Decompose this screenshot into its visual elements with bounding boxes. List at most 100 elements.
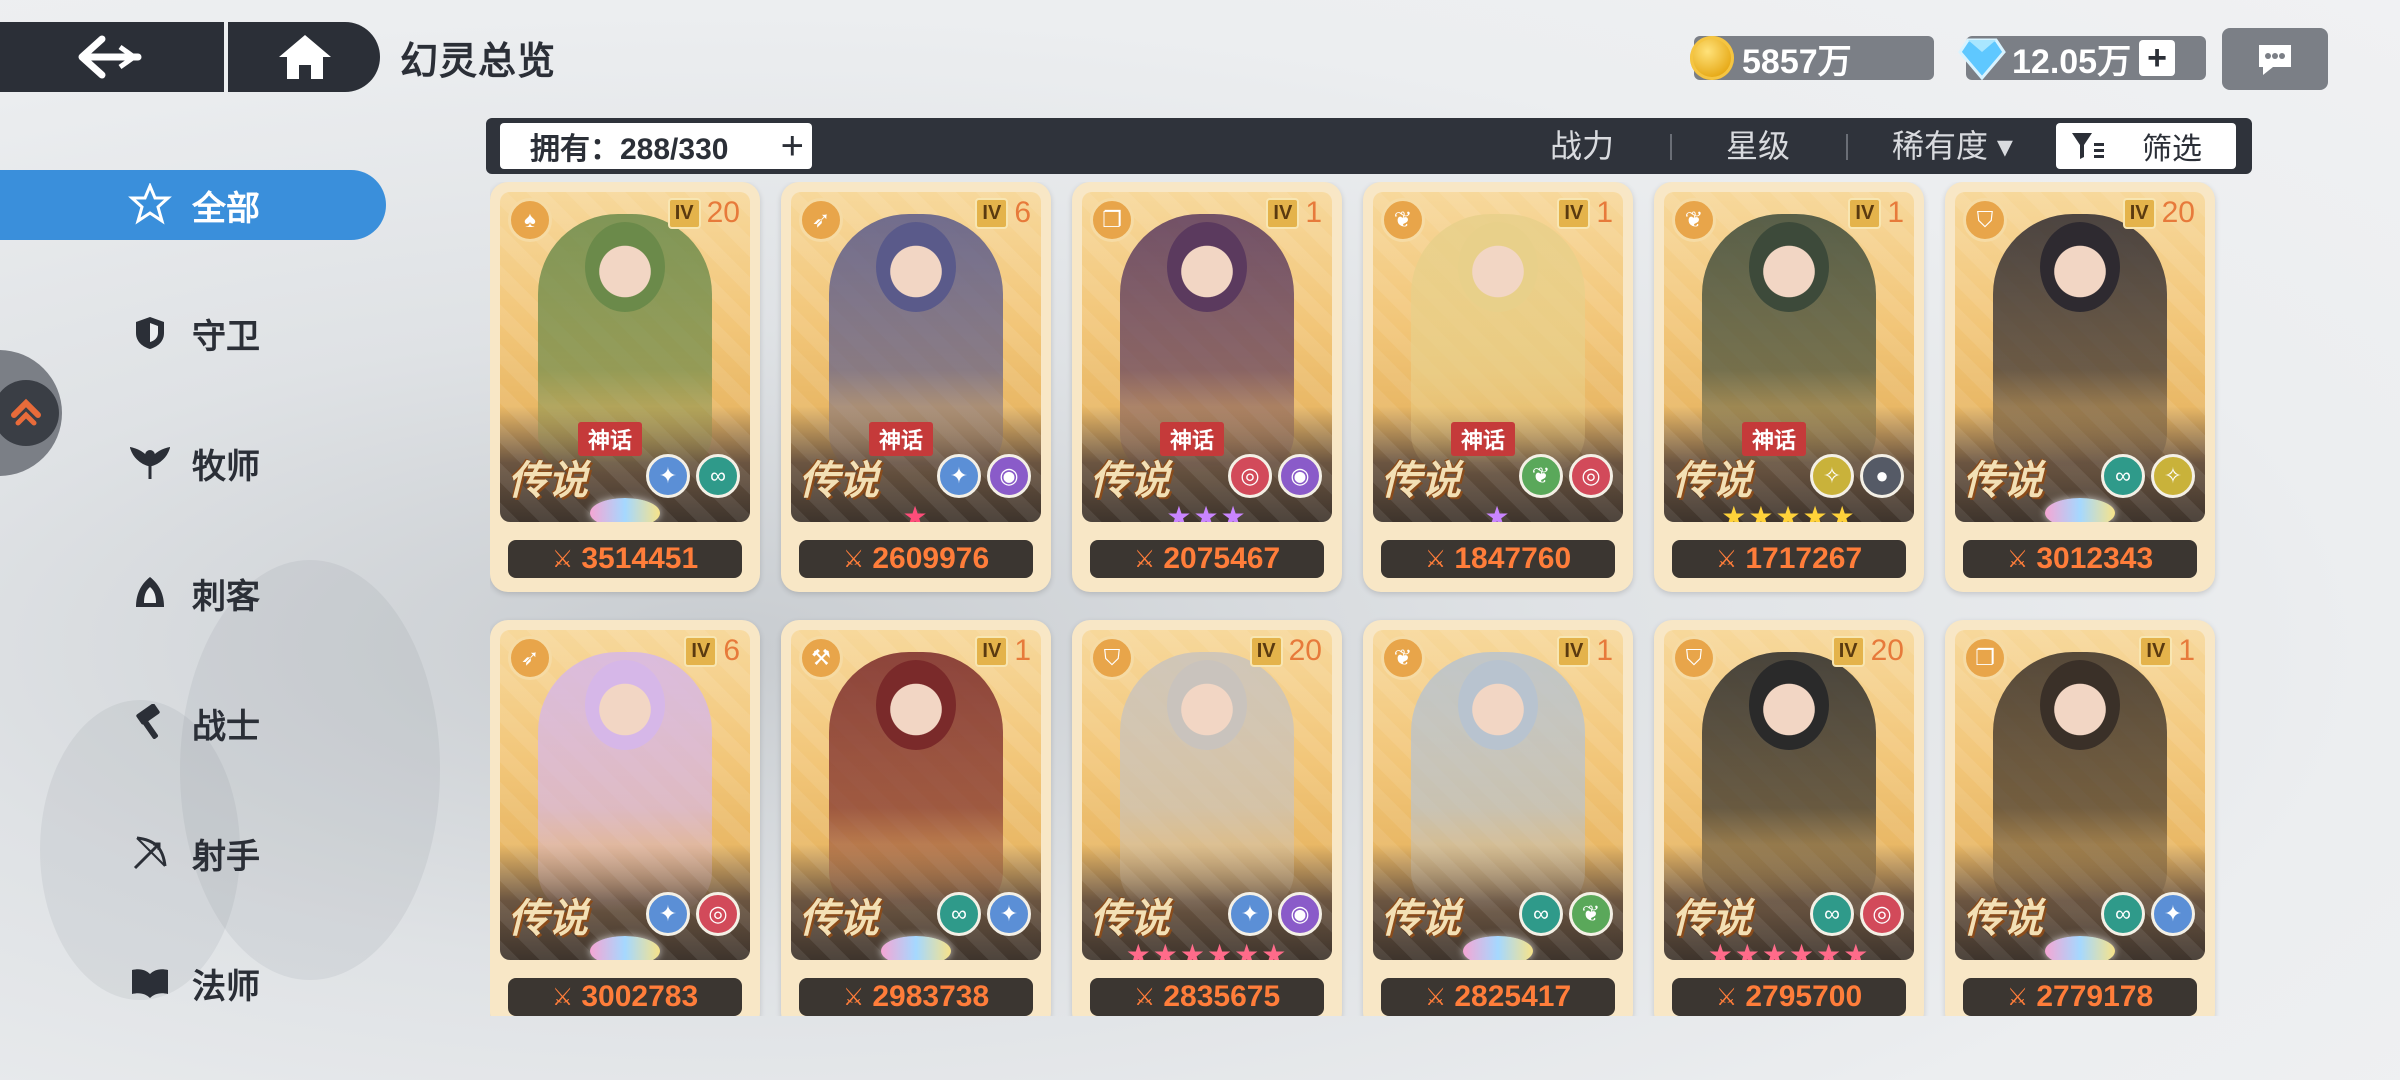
element-nature-icon: ❦ <box>1519 454 1563 498</box>
rarity-label: 传说 <box>1672 897 1752 941</box>
sidebar-item-1[interactable]: 守卫 <box>0 298 386 368</box>
rarity-label: 传说 <box>1963 459 2043 503</box>
class-mage-icon: ❐ <box>1963 636 2007 680</box>
hero-level: 6 <box>1014 196 1031 229</box>
hero-card[interactable]: ⛉ IV 20 传说 ✦ ◉ ★★★★★★ ⚔ 2835675 <box>1072 620 1342 1016</box>
gem-currency[interactable]: 12.05万 + <box>1958 36 2206 81</box>
element-water-icon: ∞ <box>1519 892 1563 936</box>
hero-level: 1 <box>1887 196 1904 229</box>
sort-separator <box>1846 134 1848 160</box>
rarity-label: 传说 <box>1381 897 1461 941</box>
hero-card[interactable]: ❐ IV 1 传说 ∞ ✦ ⚔ 2779178 <box>1945 620 2215 1016</box>
tier-level: IV 6 <box>684 634 740 668</box>
power-value: 2779178 <box>2036 980 2154 1013</box>
star-rating: ★★★★★★ <box>1707 939 1871 960</box>
hero-card[interactable]: ⛉ IV 20 传说 ∞ ◎ ★★★★★★ ⚔ 2795700 <box>1654 620 1924 1016</box>
star-rating: ★ <box>1484 501 1512 522</box>
sort-rarity[interactable]: 稀有度 ▾ <box>1892 118 2013 174</box>
power-value: 2795700 <box>1745 980 1863 1013</box>
hero-card[interactable]: ⛉ IV 20 传说 ∞ ✧ ⚔ 3012343 <box>1945 182 2215 592</box>
add-gems-button[interactable]: + <box>2139 40 2176 76</box>
expand-owned-button[interactable]: + <box>781 124 804 169</box>
class-priest-icon: ❦ <box>1381 636 1425 680</box>
hero-level: 20 <box>706 196 740 229</box>
hero-level: 1 <box>1596 196 1613 229</box>
chat-button[interactable] <box>2222 28 2328 90</box>
rarity-label: 传说 <box>1090 897 1170 941</box>
crossed-swords-icon: ⚔ <box>1133 983 1156 1011</box>
gem-amount: 12.05万 <box>2012 42 2132 81</box>
element-void-icon: ◉ <box>1278 454 1322 498</box>
tier-badge: IV <box>1848 197 1882 229</box>
hero-card[interactable]: ❦ IV 1 传说 ∞ ❦ ⚔ 2825417 <box>1363 620 1633 1016</box>
page-title: 幻灵总览 <box>400 41 557 83</box>
class-warrior-icon: ⚒ <box>799 636 843 680</box>
sidebar-item-0[interactable]: 全部 <box>0 170 386 240</box>
power-value: 2609976 <box>872 542 990 575</box>
chat-bubble-icon <box>2259 45 2291 75</box>
sidebar-item-4[interactable]: 战士 <box>0 688 386 758</box>
element-dark-icon: ● <box>1860 454 1904 498</box>
hero-portrait: ❐ IV 1 传说 ∞ ✦ <box>1955 630 2205 960</box>
owned-count[interactable]: 拥有：288/330 + <box>500 123 812 169</box>
return-arrow-icon <box>11 398 41 426</box>
element-water-icon: ∞ <box>696 454 740 498</box>
star-crest-icon <box>590 936 660 960</box>
rarity-label: 传说 <box>508 897 588 941</box>
sort-power[interactable]: 战力 <box>1550 118 1614 174</box>
power-value: 3012343 <box>2036 542 2154 575</box>
sidebar-item-label: 法师 <box>192 967 260 1006</box>
element-fire-icon: ◎ <box>1860 892 1904 936</box>
sidebar-item-label: 战士 <box>192 707 260 746</box>
power-value-box: ⚔ 3012343 <box>1963 540 2197 578</box>
sidebar-item-2[interactable]: 牧师 <box>0 428 386 498</box>
sidebar-item-6[interactable]: 法师 <box>0 948 386 1018</box>
sidebar-item-5[interactable]: 射手 <box>0 818 386 888</box>
hero-head <box>1458 222 1538 312</box>
tier-badge: IV <box>1557 197 1591 229</box>
class-guard-icon: ⛉ <box>1963 198 2007 242</box>
filter-funnel-icon <box>2072 133 2104 159</box>
hero-head <box>1749 222 1829 312</box>
home-icon <box>279 35 331 79</box>
sidebar-item-3[interactable]: 刺客 <box>0 558 386 628</box>
tier-level: IV 1 <box>1557 196 1613 230</box>
sidebar-item-label: 全部 <box>192 189 260 228</box>
hero-level: 1 <box>1305 196 1322 229</box>
hero-card[interactable]: ➶ IV 6 传说 ✦ ◎ ⚔ 3002783 <box>490 620 760 1016</box>
element-star-icon: ✦ <box>987 892 1031 936</box>
star-crest-icon <box>2045 498 2115 522</box>
leaf-wings-icon <box>128 441 172 485</box>
star-crest-icon <box>881 936 951 960</box>
hero-head <box>876 660 956 750</box>
element-light-icon: ✧ <box>1810 454 1854 498</box>
tier-level: IV 1 <box>1557 634 1613 668</box>
tier-level: IV 20 <box>2122 196 2195 230</box>
tier-level: IV 1 <box>1266 196 1322 230</box>
tier-badge: IV <box>975 635 1009 667</box>
class-archer-icon: ➶ <box>508 636 552 680</box>
element-fire-icon: ◎ <box>1569 454 1613 498</box>
hero-card[interactable]: ⚒ IV 1 传说 ∞ ✦ ⚔ 2983738 <box>781 620 1051 1016</box>
top-nav <box>0 22 380 92</box>
hero-card[interactable]: ❦ IV 1 神话 传说 ✧ ● ★★★★★ ⚔ 1717267 <box>1654 182 1924 592</box>
back-button[interactable] <box>0 22 222 92</box>
hero-portrait: ❦ IV 1 传说 ∞ ❦ <box>1373 630 1623 960</box>
hero-portrait: ⛉ IV 20 传说 ∞ ◎ ★★★★★★ <box>1664 630 1914 960</box>
hero-card[interactable]: ➶ IV 6 神话 传说 ✦ ◉ ★ ⚔ 2609976 <box>781 182 1051 592</box>
element-water-icon: ∞ <box>1810 892 1854 936</box>
home-button[interactable] <box>240 22 370 92</box>
class-guard-icon: ⛉ <box>1672 636 1716 680</box>
gold-currency[interactable]: 5857万 <box>1690 36 1934 81</box>
hero-head <box>2040 222 2120 312</box>
hero-card[interactable]: ❦ IV 1 神话 传说 ❦ ◎ ★ ⚔ 1847760 <box>1363 182 1633 592</box>
sort-star[interactable]: 星级 <box>1726 118 1790 174</box>
sort-separator <box>1670 134 1672 160</box>
crossed-swords-icon: ⚔ <box>1424 983 1447 1011</box>
filter-button[interactable]: 筛选 <box>2056 123 2236 169</box>
hero-portrait: ❦ IV 1 神话 传说 ❦ ◎ ★ <box>1373 192 1623 522</box>
class-mage-icon: ❐ <box>1090 198 1134 242</box>
hero-card[interactable]: ❐ IV 1 神话 传说 ◎ ◉ ★★★ ⚔ 2075467 <box>1072 182 1342 592</box>
crossed-swords-icon: ⚔ <box>1715 983 1738 1011</box>
hero-card[interactable]: ♠ IV 20 神话 传说 ✦ ∞ ⚔ 3514451 <box>490 182 760 592</box>
